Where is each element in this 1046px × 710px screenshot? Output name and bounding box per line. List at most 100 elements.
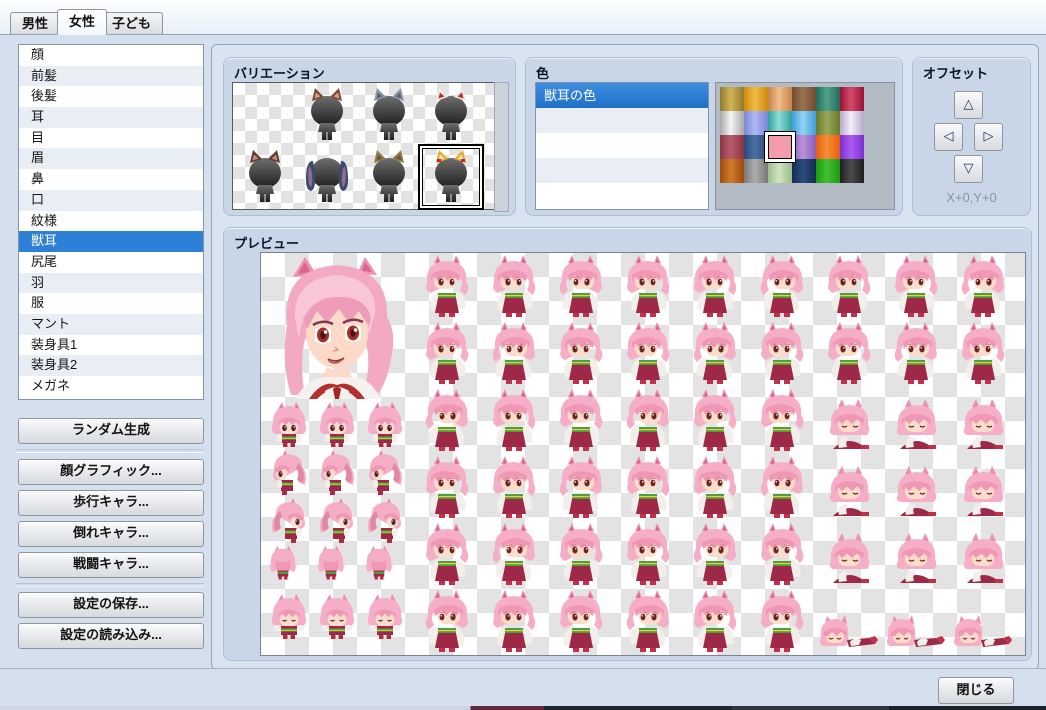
tab-child[interactable]: 子ども [100, 12, 163, 35]
color-target-item[interactable]: 獣耳の色 [536, 83, 708, 108]
part-list-item[interactable]: 耳 [19, 107, 203, 128]
offset-left-button[interactable]: ◁ [934, 123, 963, 151]
palette-swatch[interactable] [792, 87, 816, 111]
sprite-batt [560, 523, 602, 585]
color-palette[interactable] [715, 82, 895, 210]
part-list[interactable]: 顔前髪後髪耳目眉鼻口紋様獣耳尻尾羽服マント装身具1装身具2メガネ [18, 44, 204, 400]
sprite-damage [272, 594, 306, 639]
palette-swatch-selected[interactable] [765, 132, 795, 162]
part-list-item[interactable]: 眉 [19, 148, 203, 169]
variation-option-fox-yellow[interactable] [418, 144, 484, 210]
preview-title: プレビュー [234, 233, 299, 252]
sprite-batt [761, 322, 803, 384]
sprite-side [369, 450, 402, 495]
sprite-back [366, 546, 392, 580]
part-list-item[interactable]: 前髪 [19, 66, 203, 87]
palette-swatch[interactable] [720, 159, 744, 183]
palette-swatch[interactable] [768, 87, 792, 111]
face-graphic-button[interactable]: 顔グラフィック... [18, 459, 204, 485]
variation-option-cat-brown[interactable] [296, 84, 358, 146]
palette-swatch[interactable] [744, 87, 768, 111]
sprite-batt [895, 322, 937, 384]
palette-swatch[interactable] [720, 87, 744, 111]
sprite-front [320, 402, 354, 447]
load-settings-button[interactable]: 設定の読み込み... [18, 623, 204, 649]
offset-title: オフセット [923, 63, 988, 82]
battle-character-button[interactable]: 戦闘キャラ... [18, 552, 204, 578]
palette-swatch[interactable] [720, 111, 744, 135]
palette-swatch[interactable] [816, 159, 840, 183]
variation-thumb [234, 84, 296, 146]
sprite-batt [761, 523, 803, 585]
offset-up-button[interactable]: △ [954, 91, 983, 119]
palette-swatch[interactable] [816, 87, 840, 111]
part-list-item[interactable]: 紋様 [19, 211, 203, 232]
part-list-item[interactable]: メガネ [19, 376, 203, 397]
palette-swatch[interactable] [792, 135, 816, 159]
palette-swatch[interactable] [816, 111, 840, 135]
sprite-kneel [964, 399, 1003, 449]
sprite-batt [560, 590, 602, 652]
sprite-batt [962, 322, 1004, 384]
part-list-item[interactable]: 目 [19, 128, 203, 149]
part-list-item[interactable]: 羽 [19, 273, 203, 294]
part-list-item[interactable]: 尻尾 [19, 252, 203, 273]
sprite-batt [694, 456, 736, 518]
part-list-item[interactable]: 獣耳 [19, 231, 203, 252]
sprite-batt [761, 389, 803, 451]
part-list-item[interactable]: 服 [19, 293, 203, 314]
part-list-item[interactable]: 顔 [19, 45, 203, 66]
variation-list[interactable] [232, 82, 496, 210]
variation-option-none[interactable] [234, 84, 296, 146]
palette-swatch[interactable] [840, 87, 864, 111]
part-list-item[interactable]: マント [19, 314, 203, 335]
sprite-kneel [830, 533, 869, 583]
offset-status: X+0,Y+0 [913, 190, 1030, 205]
palette-swatch[interactable] [720, 135, 744, 159]
variation-option-cat-white-red[interactable] [420, 84, 482, 146]
part-list-item[interactable]: 装身具1 [19, 335, 203, 356]
variation-scrollbar[interactable] [494, 82, 509, 212]
sprite-batt [560, 456, 602, 518]
sprite-batt [694, 255, 736, 317]
sprite-batt [426, 322, 468, 384]
sprite-batt [560, 255, 602, 317]
variation-option-cat-gray[interactable] [358, 84, 420, 146]
color-target-list[interactable]: 獣耳の色 [535, 82, 709, 210]
sprite-kneel [964, 533, 1003, 583]
offset-right-button[interactable]: ▷ [974, 123, 1003, 151]
palette-swatch[interactable] [744, 159, 768, 183]
sprite-batt [627, 456, 669, 518]
tab-female[interactable]: 女性 [57, 9, 107, 35]
sprite-front [368, 402, 402, 447]
variation-option-round-brown[interactable] [234, 146, 296, 208]
part-list-item[interactable]: 装身具2 [19, 355, 203, 376]
sprite-batt [694, 389, 736, 451]
sprite-kneel [830, 466, 869, 516]
save-settings-button[interactable]: 設定の保存... [18, 592, 204, 618]
sprite-damage [320, 594, 354, 639]
part-list-item[interactable]: 鼻 [19, 169, 203, 190]
sprite-batt [627, 255, 669, 317]
button-separator [16, 449, 204, 453]
variation-option-olive[interactable] [358, 146, 420, 208]
palette-swatch[interactable] [792, 159, 816, 183]
palette-swatch[interactable] [840, 111, 864, 135]
palette-swatch[interactable] [840, 135, 864, 159]
tab-male[interactable]: 男性 [10, 12, 60, 35]
offset-panel: オフセット △ ◁ ▷ ▽ X+0,Y+0 [912, 57, 1031, 216]
palette-swatch[interactable] [816, 135, 840, 159]
variation-option-droop-navy[interactable] [296, 146, 358, 208]
random-generate-button[interactable]: ランダム生成 [18, 418, 204, 444]
palette-swatch[interactable] [840, 159, 864, 183]
close-button[interactable]: 閉じる [938, 677, 1014, 704]
down-character-button[interactable]: 倒れキャラ... [18, 521, 204, 547]
part-list-item[interactable]: 口 [19, 190, 203, 211]
walk-character-button[interactable]: 歩行キャラ... [18, 490, 204, 516]
sprite-kneel [830, 399, 869, 449]
part-list-item[interactable]: 後髪 [19, 86, 203, 107]
editor-container: バリエーション [211, 44, 1039, 670]
offset-down-button[interactable]: ▽ [954, 155, 983, 183]
palette-swatch[interactable] [768, 159, 792, 183]
palette-swatch[interactable] [792, 111, 816, 135]
